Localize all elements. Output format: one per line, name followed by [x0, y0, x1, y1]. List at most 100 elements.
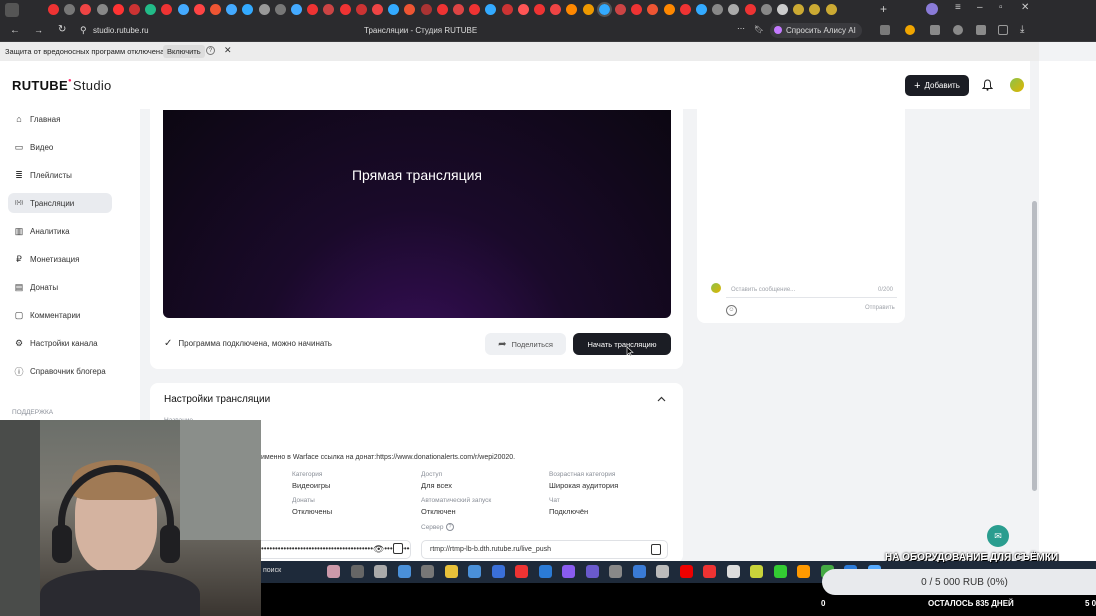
close-infobar-icon[interactable]: ✕ [224, 45, 232, 56]
browser-menu-icon[interactable] [5, 3, 19, 17]
download-icon[interactable]: ⤓ [1020, 24, 1024, 35]
browser-tab-favicon-icon[interactable] [112, 4, 124, 15]
taskbar-app-icon[interactable] [421, 565, 434, 578]
url-text[interactable]: studio.rutube.ru [93, 26, 149, 35]
browser-tab-favicon-icon[interactable] [760, 4, 772, 15]
taskbar-app-icon[interactable] [726, 565, 740, 578]
support-chat-icon[interactable]: ✉ [987, 525, 1009, 547]
browser-tab-favicon-icon[interactable] [274, 4, 286, 15]
taskbar-app-icon[interactable] [797, 565, 810, 578]
taskbar-app-icon[interactable] [444, 565, 458, 578]
taskbar-app-icon[interactable] [609, 565, 622, 578]
scrollbar-thumb[interactable] [1032, 201, 1037, 491]
taskbar-app-icon[interactable] [585, 565, 599, 578]
browser-tab-favicon-icon[interactable] [631, 4, 643, 15]
extension-icon[interactable] [930, 25, 940, 35]
sidebar-item-settings[interactable]: ⚙ Настройки канала [8, 334, 112, 354]
browser-tab-favicon-icon[interactable] [226, 4, 238, 15]
browser-tab-favicon-icon[interactable] [388, 4, 400, 15]
taskbar-app-icon[interactable] [656, 565, 669, 578]
browser-tab-favicon-icon[interactable] [501, 4, 513, 15]
browser-tab-favicon-icon[interactable] [177, 4, 189, 15]
browser-tab-favicon-icon[interactable] [647, 4, 659, 15]
browser-tab-favicon-icon[interactable] [96, 4, 108, 15]
browser-tab-favicon-icon[interactable] [48, 4, 59, 15]
taskbar-search[interactable]: поиск [263, 567, 281, 574]
maximize-icon[interactable]: ▫ [999, 2, 1003, 13]
help-icon[interactable]: ? [206, 46, 215, 55]
browser-tab-favicon-icon[interactable] [436, 4, 448, 15]
chat-input[interactable]: Оставить сообщение... 0/200 [726, 284, 897, 298]
browser-tab-favicon-icon[interactable] [809, 4, 821, 15]
browser-tab-favicon-icon[interactable] [566, 4, 578, 15]
browser-tab-favicon-icon[interactable] [193, 4, 205, 15]
taskbar-app-icon[interactable] [703, 565, 716, 578]
close-window-icon[interactable]: ✕ [1021, 2, 1029, 13]
sidebar-item-broadcast[interactable]: ((•)) Трансляции [8, 193, 112, 214]
taskbar-app-icon[interactable] [327, 565, 340, 578]
sidebar-item-video[interactable]: ▭ Видео [8, 137, 112, 157]
channel-avatar[interactable] [1010, 78, 1024, 92]
browser-tab-favicon-icon[interactable] [129, 4, 140, 15]
extension-puzzle-icon[interactable] [976, 25, 986, 35]
browser-tab-favicon-icon[interactable] [404, 4, 416, 15]
taskbar-app-icon[interactable] [679, 565, 693, 578]
bell-icon[interactable] [982, 79, 993, 91]
forward-icon[interactable]: → [34, 25, 43, 35]
browser-tab-favicon-icon[interactable] [469, 4, 481, 15]
share-button[interactable]: ➦ Поделиться [485, 333, 566, 355]
globe-icon[interactable] [953, 25, 963, 35]
sidebar-item-info[interactable]: ⓘ Справочник блогера [8, 362, 112, 382]
browser-tab-favicon-icon[interactable] [291, 4, 302, 15]
minimize-icon[interactable]: – [977, 2, 983, 13]
back-icon[interactable]: ← [10, 25, 20, 36]
new-tab-icon[interactable]: + [880, 2, 887, 16]
taskbar-app-icon[interactable] [397, 565, 411, 578]
bookmark-icon[interactable]: 🔖︎ [754, 25, 764, 34]
sidebar-item-home[interactable]: ⌂ Главная [8, 109, 112, 129]
taskbar-app-icon[interactable] [468, 565, 481, 578]
sidebar-item-monetization[interactable]: ₽ Монетизация [8, 250, 112, 270]
browser-tab-favicon-icon[interactable] [161, 4, 173, 15]
enable-protection-button[interactable]: Включить [163, 45, 205, 58]
browser-tab-favicon-icon[interactable] [339, 4, 351, 15]
browser-tab-favicon-icon[interactable] [582, 4, 594, 15]
taskbar-app-icon[interactable] [773, 565, 787, 578]
page-scrollbar[interactable] [1030, 61, 1039, 561]
taskbar-app-icon[interactable] [632, 565, 646, 578]
browser-tab-favicon-icon[interactable] [145, 4, 157, 15]
more-icon[interactable]: ⋯ [737, 24, 745, 33]
server-url-field[interactable]: rtmp://rtmp-lb-b.dth.rutube.ru/live_push [421, 540, 668, 559]
sidebar-item-comments[interactable]: ▢ Комментарии [8, 306, 112, 326]
copy-server-icon[interactable] [651, 544, 661, 555]
alice-button[interactable]: Спросить Алису AI [770, 23, 862, 38]
taskbar-app-icon[interactable] [515, 565, 528, 578]
collapse-chevron-icon[interactable] [657, 396, 666, 402]
browser-tab-favicon-icon[interactable] [485, 4, 497, 15]
copy-key-icon[interactable] [393, 543, 403, 554]
video-preview[interactable]: Прямая трансляция [163, 110, 671, 318]
browser-tab-favicon-icon[interactable] [307, 4, 319, 15]
extension-shield-icon[interactable] [880, 25, 890, 35]
server-help-icon[interactable]: ? [446, 523, 454, 531]
taskbar-app-icon[interactable] [562, 565, 575, 578]
browser-tab-favicon-icon[interactable] [679, 4, 691, 15]
browser-tab-favicon-icon[interactable] [744, 4, 756, 15]
sidebar-item-playlist[interactable]: ≣ Плейлисты [8, 165, 112, 185]
browser-tab-favicon-icon[interactable] [453, 4, 464, 15]
taskbar-app-icon[interactable] [350, 565, 364, 578]
browser-tab-favicon-icon[interactable] [596, 2, 612, 17]
reload-icon[interactable]: ↻ [58, 24, 66, 35]
browser-tab-favicon-icon[interactable] [420, 4, 432, 15]
sidebar-item-donate[interactable]: ▤ Донаты [8, 278, 112, 298]
taskbar-app-icon[interactable] [491, 565, 505, 578]
browser-tab-favicon-icon[interactable] [712, 4, 724, 15]
profile-avatar-icon[interactable] [926, 3, 938, 15]
menu-icon[interactable]: ≡ [955, 2, 961, 13]
send-button[interactable]: Отправить [865, 305, 895, 311]
browser-tab-favicon-icon[interactable] [663, 4, 675, 15]
rutube-logo[interactable]: RUTUBE●Studio [12, 78, 112, 93]
browser-tab-favicon-icon[interactable] [80, 4, 92, 15]
browser-tab-favicon-icon[interactable] [258, 4, 270, 15]
browser-tab-favicon-icon[interactable] [825, 4, 837, 15]
